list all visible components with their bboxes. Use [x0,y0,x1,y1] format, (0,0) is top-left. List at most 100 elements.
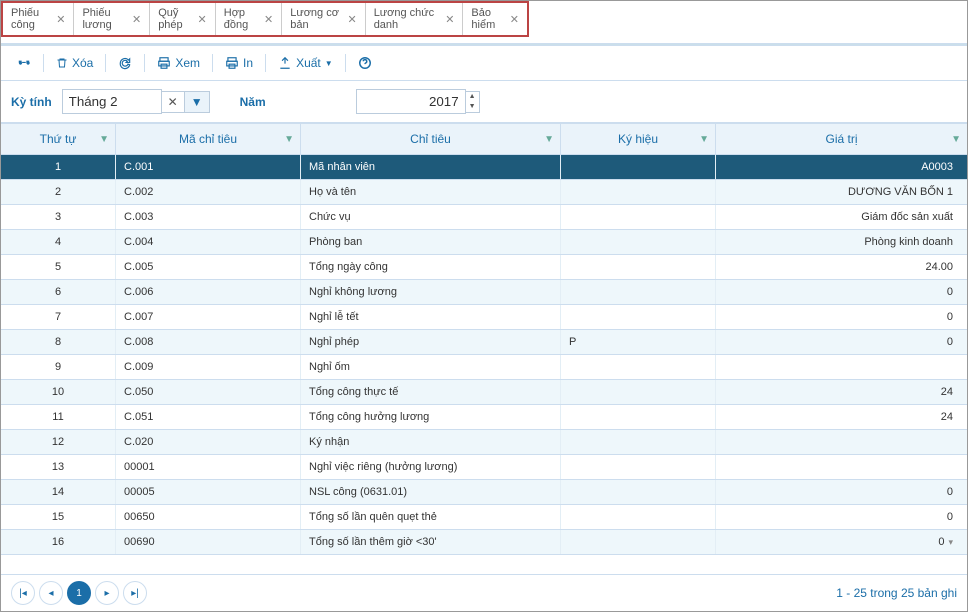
app-container: Phiếu công✕Phiếu lương✕Quỹ phép✕Hợp đồng… [0,0,968,612]
close-icon[interactable]: ✕ [198,13,207,26]
chevron-down-icon[interactable]: ▾ [948,537,953,547]
filter-icon[interactable]: ▼ [951,134,961,145]
cell-chi: Nghỉ không lương [301,280,561,304]
cell-gt [716,430,967,454]
cell-chi: Mã nhân viên [301,155,561,179]
cell-ma: C.051 [116,405,301,429]
table-row[interactable]: 2C.002Họ và tênDƯƠNG VĂN BỐN 1 [1,180,967,205]
tab-6[interactable]: Bảo hiểm✕ [463,3,527,35]
period-input[interactable] [62,89,162,114]
cell-gt: 0 [716,280,967,304]
help-icon [358,56,372,70]
refresh-button[interactable] [110,52,140,74]
year-spinner[interactable]: ▲ ▼ [466,91,480,113]
close-icon[interactable]: ✕ [347,13,356,26]
print-button[interactable]: In [217,52,261,74]
filter-bar: Kỳ tính ✕ ▼ Năm ▲ ▼ [1,81,967,123]
filter-icon[interactable]: ▼ [99,134,109,145]
chevron-down-icon[interactable]: ▼ [185,91,210,113]
cell-gt: 0 [716,505,967,529]
pager-last-button[interactable]: ▸| [123,581,147,605]
header-ma-chi-tieu[interactable]: Mã chỉ tiêu▼ [116,124,301,154]
cell-tt: 13 [1,455,116,479]
cell-tt: 4 [1,230,116,254]
year-select[interactable]: ▲ ▼ [356,89,480,114]
cell-ma: C.050 [116,380,301,404]
spinner-up-icon[interactable]: ▲ [466,92,479,102]
cell-gt [716,455,967,479]
cell-ma: C.005 [116,255,301,279]
pager-first-button[interactable]: |◂ [11,581,35,605]
year-label: Năm [240,95,266,109]
cell-chi: NSL công (0631.01) [301,480,561,504]
tab-0[interactable]: Phiếu công✕ [3,3,74,35]
cell-tt: 9 [1,355,116,379]
pager-prev-button[interactable]: ◂ [39,581,63,605]
tab-4[interactable]: Lương cơ bản✕ [282,3,365,35]
pager-next-button[interactable]: ▸ [95,581,119,605]
tab-1[interactable]: Phiếu lương ✕ [74,3,150,35]
export-button[interactable]: Xuất ▼ [270,52,341,74]
table-row[interactable]: 9C.009Nghỉ ốm [1,355,967,380]
table-row[interactable]: 1500650Tổng số lần quên quẹt thẻ0 [1,505,967,530]
cell-gt: 0▾ [716,530,967,554]
cell-ma: 00001 [116,455,301,479]
cell-kh [561,305,716,329]
cell-gt: 0 [716,330,967,354]
close-icon[interactable]: ✕ [264,13,273,26]
table-row[interactable]: 4C.004Phòng banPhòng kinh doanh [1,230,967,255]
table-row[interactable]: 5C.005Tổng ngày công24.00 [1,255,967,280]
table-row[interactable]: 12C.020Ký nhận [1,430,967,455]
help-button[interactable] [350,52,380,74]
table-row[interactable]: 3C.003Chức vụGiám đốc sản xuất [1,205,967,230]
header-ky-hieu[interactable]: Ký hiệu▼ [561,124,716,154]
tab-5[interactable]: Lương chức danh✕ [366,3,464,35]
tab-label: Phiếu lương [82,7,128,31]
cell-ma: 00690 [116,530,301,554]
close-icon[interactable]: ✕ [56,13,65,26]
tab-3[interactable]: Hợp đồng✕ [216,3,282,35]
table-row[interactable]: 1C.001Mã nhân viênA0003 [1,155,967,180]
cell-tt: 15 [1,505,116,529]
table-row[interactable]: 1600690Tổng số lần thêm giờ <30'0▾ [1,530,967,555]
table-row[interactable]: 8C.008Nghỉ phépP0 [1,330,967,355]
pager-page-button[interactable]: 1 [67,581,91,605]
cell-tt: 6 [1,280,116,304]
delete-label: Xóa [72,56,93,70]
year-input[interactable] [356,89,466,114]
table-row[interactable]: 10C.050Tổng công thực tế24 [1,380,967,405]
delete-button[interactable]: Xóa [48,52,101,74]
filter-icon[interactable]: ▼ [544,134,554,145]
spinner-down-icon[interactable]: ▼ [466,102,479,112]
cell-kh [561,280,716,304]
grid-header: Thứ tự▼ Mã chỉ tiêu▼ Chỉ tiêu▼ Ký hiệu▼ … [1,124,967,155]
cell-tt: 3 [1,205,116,229]
clear-icon[interactable]: ✕ [162,91,185,113]
cell-ma: C.008 [116,330,301,354]
close-icon[interactable]: ✕ [510,13,519,26]
cell-tt: 11 [1,405,116,429]
grid-body[interactable]: 1C.001Mã nhân viênA00032C.002Họ và tênDƯ… [1,155,967,555]
tab-bar: Phiếu công✕Phiếu lương✕Quỹ phép✕Hợp đồng… [1,1,529,37]
table-row[interactable]: 1300001Nghỉ việc riêng (hưởng lương) [1,455,967,480]
cell-chi: Tổng ngày công [301,255,561,279]
header-chi-tieu[interactable]: Chỉ tiêu▼ [301,124,561,154]
table-row[interactable]: 7C.007Nghỉ lễ tết0 [1,305,967,330]
filter-icon[interactable]: ▼ [699,134,709,145]
table-row[interactable]: 6C.006Nghỉ không lương0 [1,280,967,305]
period-label: Kỳ tính [11,95,52,109]
tab-2[interactable]: Quỹ phép✕ [150,3,216,35]
header-thu-tu[interactable]: Thứ tự▼ [1,124,116,154]
header-gia-tri[interactable]: Giá trị▼ [716,124,967,154]
close-icon[interactable]: ✕ [445,13,454,26]
cell-chi: Nghỉ việc riêng (hưởng lương) [301,455,561,479]
table-row[interactable]: 11C.051Tổng công hưởng lương24 [1,405,967,430]
close-icon[interactable]: ✕ [132,13,141,26]
view-button[interactable]: Xem [149,52,208,74]
cell-gt: 24.00 [716,255,967,279]
table-row[interactable]: 1400005NSL công (0631.01)0 [1,480,967,505]
cell-chi: Nghỉ lễ tết [301,305,561,329]
filter-icon[interactable]: ▼ [284,134,294,145]
period-select[interactable]: ✕ ▼ [62,89,210,114]
search-button[interactable] [9,52,39,74]
